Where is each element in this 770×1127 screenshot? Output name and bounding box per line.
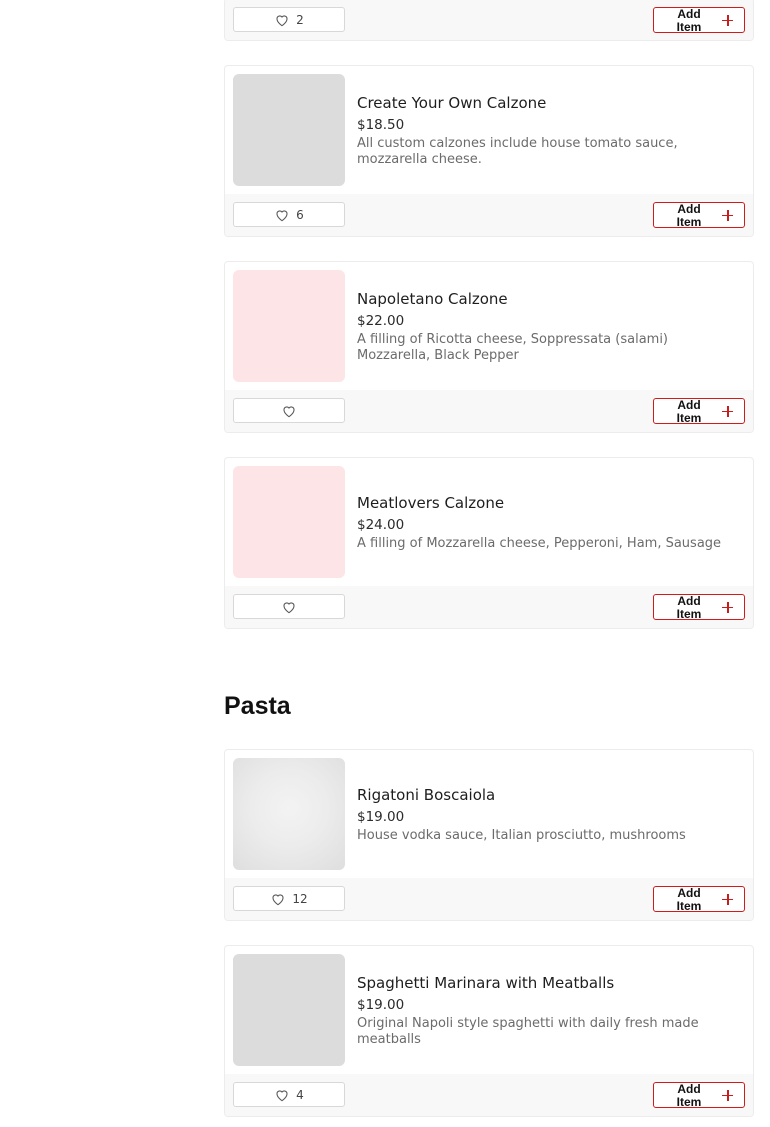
- item-description: House vodka sauce, Italian prosciutto, m…: [357, 828, 686, 843]
- item-price: $22.00: [357, 313, 405, 329]
- item-price: $19.00: [357, 997, 405, 1013]
- plus-icon: [722, 894, 733, 905]
- add-item-label: Add Item: [676, 1082, 702, 1109]
- item-price: $24.00: [357, 517, 405, 533]
- menu-item-card: 2 Add Item: [224, 0, 754, 41]
- add-item-button[interactable]: Add Item: [653, 398, 745, 425]
- item-image: [233, 466, 345, 578]
- item-image: [233, 954, 345, 1066]
- item-description: A filling of Ricotta cheese, Soppressata…: [357, 332, 669, 363]
- add-item-button[interactable]: Add Item: [653, 202, 745, 229]
- heart-icon: [276, 209, 288, 221]
- add-item-button[interactable]: Add Item: [653, 7, 745, 34]
- section-title: Pasta: [224, 692, 291, 720]
- card-actions: Add Item: [225, 586, 753, 628]
- item-name: Napoletano Calzone: [357, 290, 508, 308]
- card-actions: 12 Add Item: [225, 878, 753, 920]
- card-actions: 4 Add Item: [225, 1074, 753, 1116]
- favorite-button[interactable]: 2: [233, 7, 345, 32]
- heart-icon: [283, 601, 295, 613]
- add-item-button[interactable]: Add Item: [653, 886, 745, 913]
- add-item-label: Add Item: [676, 594, 702, 621]
- add-item-label: Add Item: [676, 886, 702, 913]
- menu-item-card[interactable]: Spaghetti Marinara with Meatballs $19.00…: [224, 945, 754, 1117]
- heart-icon: [276, 1089, 288, 1101]
- favorite-button[interactable]: [233, 398, 345, 423]
- heart-icon: [283, 405, 295, 417]
- plus-icon: [722, 602, 733, 613]
- item-description: Original Napoli style spaghetti with dai…: [357, 1016, 699, 1047]
- plus-icon: [722, 406, 733, 417]
- add-item-label: Add Item: [676, 398, 702, 425]
- add-item-label: Add Item: [676, 202, 702, 229]
- menu-item-card[interactable]: Meatlovers Calzone $24.00 A filling of M…: [224, 457, 754, 629]
- item-description: All custom calzones include house tomato…: [357, 136, 678, 167]
- plus-icon: [722, 15, 733, 26]
- card-actions: Add Item: [225, 390, 753, 432]
- item-price: $18.50: [357, 117, 405, 133]
- menu-item-card[interactable]: Napoletano Calzone $22.00 A filling of R…: [224, 261, 754, 433]
- favorite-button[interactable]: 6: [233, 202, 345, 227]
- card-actions: 6 Add Item: [225, 194, 753, 236]
- item-description: A filling of Mozzarella cheese, Pepperon…: [357, 536, 722, 551]
- item-image: [233, 270, 345, 382]
- card-actions: 2 Add Item: [225, 0, 753, 40]
- plus-icon: [722, 210, 733, 221]
- favorite-count: 12: [292, 891, 308, 906]
- item-image: [233, 74, 345, 186]
- favorite-count: 4: [296, 1087, 304, 1102]
- item-name: Create Your Own Calzone: [357, 94, 547, 112]
- favorite-button[interactable]: 4: [233, 1082, 345, 1107]
- item-name: Spaghetti Marinara with Meatballs: [357, 974, 615, 992]
- favorite-count: 2: [296, 12, 304, 27]
- favorite-count: 6: [296, 207, 304, 222]
- favorite-button[interactable]: [233, 594, 345, 619]
- menu-item-card[interactable]: Create Your Own Calzone $18.50 All custo…: [224, 65, 754, 237]
- add-item-button[interactable]: Add Item: [653, 594, 745, 621]
- favorite-button[interactable]: 12: [233, 886, 345, 911]
- item-price: $19.00: [357, 809, 405, 825]
- item-image: [233, 758, 345, 870]
- heart-icon: [276, 14, 288, 26]
- menu-item-card[interactable]: Rigatoni Boscaiola $19.00 House vodka sa…: [224, 749, 754, 921]
- item-name: Rigatoni Boscaiola: [357, 786, 496, 804]
- item-name: Meatlovers Calzone: [357, 494, 505, 512]
- heart-icon: [272, 893, 284, 905]
- add-item-button[interactable]: Add Item: [653, 1082, 745, 1109]
- add-item-label: Add Item: [676, 7, 702, 34]
- plus-icon: [722, 1090, 733, 1101]
